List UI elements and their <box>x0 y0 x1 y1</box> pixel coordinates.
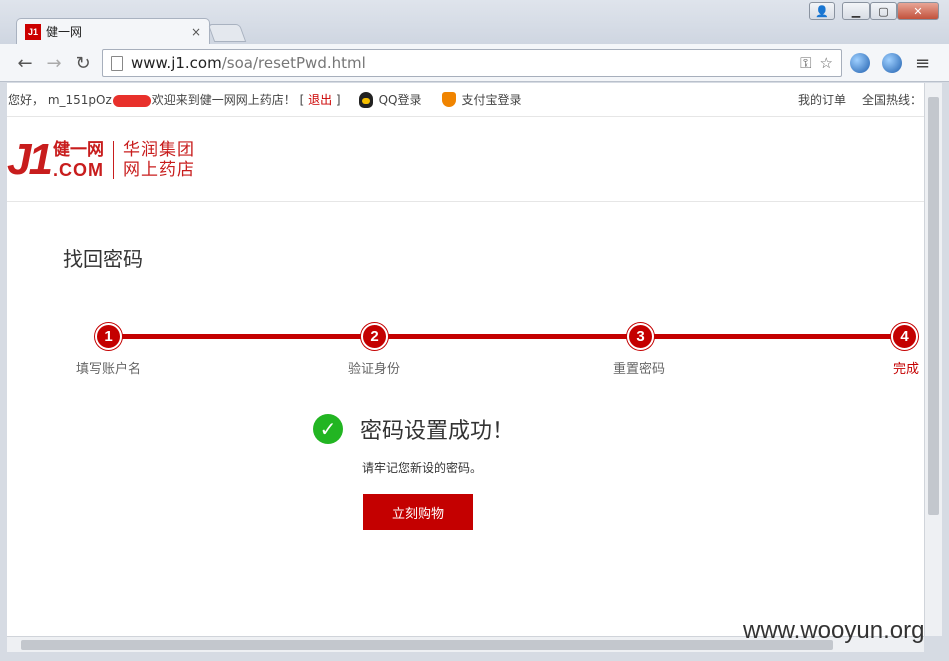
new-tab-button[interactable] <box>207 24 247 42</box>
key-icon[interactable]: ⚿ <box>800 54 811 72</box>
qq-penguin-icon <box>358 91 373 108</box>
qq-login-link[interactable]: QQ登录 <box>358 91 422 108</box>
step-4-label: 完成 <box>893 362 920 377</box>
globe-extension-icon-2[interactable] <box>882 53 902 73</box>
step-3-circle: 3 <box>627 323 654 350</box>
page-viewport: 您好， m_151pOz 欢迎来到健一网网上药店！ [ 退出 ] QQ登录 支付宝… <box>7 83 924 636</box>
step-2-circle: 2 <box>361 323 388 350</box>
progress-steps: 1 2 3 4 填写账户名 验证身份 重置密码 完成 <box>7 323 924 383</box>
maximize-button[interactable]: ▢ <box>870 2 897 20</box>
url-host: www.j1.com <box>131 54 222 72</box>
greeting-username: 您好， m_151pOz <box>8 93 112 107</box>
remember-note: 请牢记您新设的密码。 <box>362 461 483 475</box>
browser-tab[interactable]: J1 健一网 × <box>16 18 210 44</box>
shop-now-button[interactable]: 立刻购物 <box>363 494 473 530</box>
logo-sub-2: 网上药店 <box>122 160 195 180</box>
step-2-label: 验证身份 <box>348 362 401 377</box>
qq-login-label: QQ登录 <box>378 93 422 107</box>
user-profile-icon[interactable]: 👤 <box>809 2 835 20</box>
step-3-label: 重置密码 <box>613 362 666 377</box>
vertical-scrollbar[interactable] <box>924 83 942 636</box>
progress-line <box>109 334 909 339</box>
globe-extension-icon[interactable] <box>850 53 870 73</box>
url-text[interactable]: www.j1.com/soa/resetPwd.html <box>131 54 800 72</box>
logo-sub-1: 华润集团 <box>122 140 195 160</box>
logo-sub: 华润集团 网上药店 <box>123 140 195 180</box>
step-1-circle: 1 <box>95 323 122 350</box>
redaction-mark <box>112 94 151 107</box>
logo-divider <box>112 141 114 179</box>
watermark: www.wooyun.org <box>743 617 925 644</box>
alipay-login-label: 支付宝登录 <box>461 93 522 107</box>
reload-icon[interactable]: ↻ <box>72 52 94 74</box>
step-4-circle: 4 <box>891 323 918 350</box>
logo-stack: 健一网 .COM <box>53 140 104 180</box>
site-topbar: 您好， m_151pOz 欢迎来到健一网网上药店！ [ 退出 ] QQ登录 支付宝… <box>7 83 924 117</box>
logo-j1: J1 <box>7 135 53 184</box>
window-frame-left <box>0 83 7 661</box>
close-window-button[interactable]: ✕ <box>897 2 939 20</box>
logo-cn: 健一网 <box>52 140 104 160</box>
page-icon <box>111 55 123 71</box>
url-path: /soa/resetPwd.html <box>221 54 366 72</box>
browser-toolbar: ← → ↻ www.j1.com/soa/resetPwd.html ⚿ ☆ ≡ <box>0 44 949 82</box>
j1-favicon-icon: J1 <box>25 23 41 40</box>
back-arrow-icon[interactable]: ← <box>14 52 36 74</box>
logo-com: .COM <box>52 160 104 180</box>
step-1-label: 填写账户名 <box>76 362 142 377</box>
tab-title: 健一网 <box>46 25 83 39</box>
logout-link[interactable]: 退出 <box>308 93 332 107</box>
menu-hamburger-icon[interactable]: ≡ <box>915 53 931 74</box>
my-orders-link[interactable]: 我的订单 <box>798 91 846 108</box>
horizontal-scroll-thumb[interactable] <box>21 640 833 650</box>
forward-arrow-icon[interactable]: → <box>43 52 65 74</box>
tab-close-icon[interactable]: × <box>191 25 201 39</box>
success-row: ✓ 密码设置成功！ <box>313 413 514 445</box>
welcome-text: 欢迎来到健一网网上药店！ [ <box>151 93 309 107</box>
topbar-right-links: 我的订单 全国热线： <box>798 91 922 108</box>
vertical-scroll-thumb[interactable] <box>928 97 939 515</box>
address-bar[interactable]: www.j1.com/soa/resetPwd.html ⚿ ☆ <box>102 49 842 77</box>
alipay-shield-icon <box>441 92 456 107</box>
page-title: 找回密码 <box>63 247 143 271</box>
alipay-login-link[interactable]: 支付宝登录 <box>441 91 522 108</box>
site-header: J1 健一网 .COM 华润集团 网上药店 <box>7 118 924 202</box>
bookmark-star-icon[interactable]: ☆ <box>820 54 833 72</box>
j1-logo[interactable]: J1 健一网 .COM 华润集团 网上药店 <box>7 135 195 184</box>
hotline-text: 全国热线： <box>861 93 922 107</box>
greeting-text: 您好， m_151pOz 欢迎来到健一网网上药店！ [ 退出 ] <box>8 91 341 108</box>
success-check-icon: ✓ <box>313 414 343 444</box>
window-titlebar: J1 健一网 × 👤 ▁ ▢ ✕ <box>0 0 949 44</box>
success-message: 密码设置成功！ <box>360 419 515 444</box>
minimize-button[interactable]: ▁ <box>842 2 870 20</box>
bracket-close: ] <box>332 93 341 107</box>
